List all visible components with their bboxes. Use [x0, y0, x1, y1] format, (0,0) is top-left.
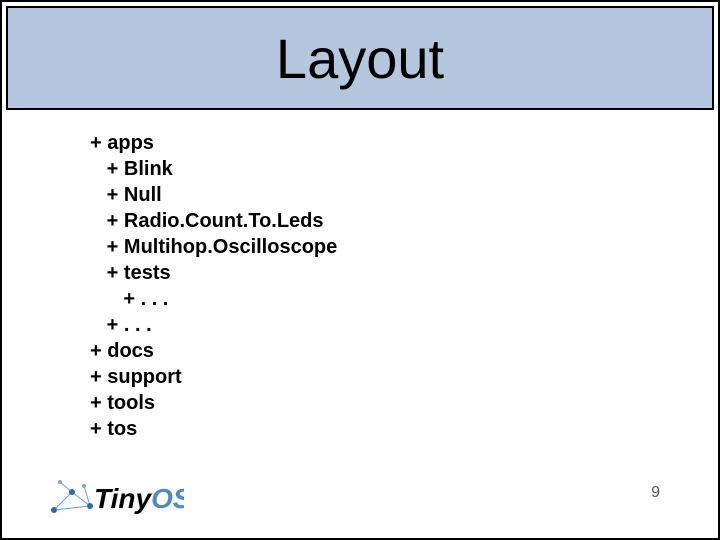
logo-text: TinyOS [94, 483, 184, 514]
tree-node: + Multihop.Oscilloscope [90, 234, 337, 260]
tinyos-logo: TinyOS [46, 476, 184, 520]
tree-node: + tests [90, 260, 337, 286]
tree-node: + . . . [90, 286, 337, 312]
slide-title: Layout [276, 26, 444, 91]
tree-node: + Radio.Count.To.Leds [90, 208, 337, 234]
tree-node: + Blink [90, 156, 337, 182]
directory-tree: + apps + Blink + Null + Radio.Count.To.L… [90, 130, 337, 442]
tree-node: + apps [90, 130, 337, 156]
tree-node: + . . . [90, 312, 337, 338]
title-band: Layout [6, 6, 714, 110]
tree-node: + docs [90, 338, 337, 364]
slide: Layout + apps + Blink + Null + Radio.Cou… [0, 0, 720, 540]
tree-node: + Null [90, 182, 337, 208]
tree-node: + tools [90, 390, 337, 416]
tree-node: + support [90, 364, 337, 390]
tree-node: + tos [90, 416, 337, 442]
page-number: 9 [651, 484, 660, 502]
